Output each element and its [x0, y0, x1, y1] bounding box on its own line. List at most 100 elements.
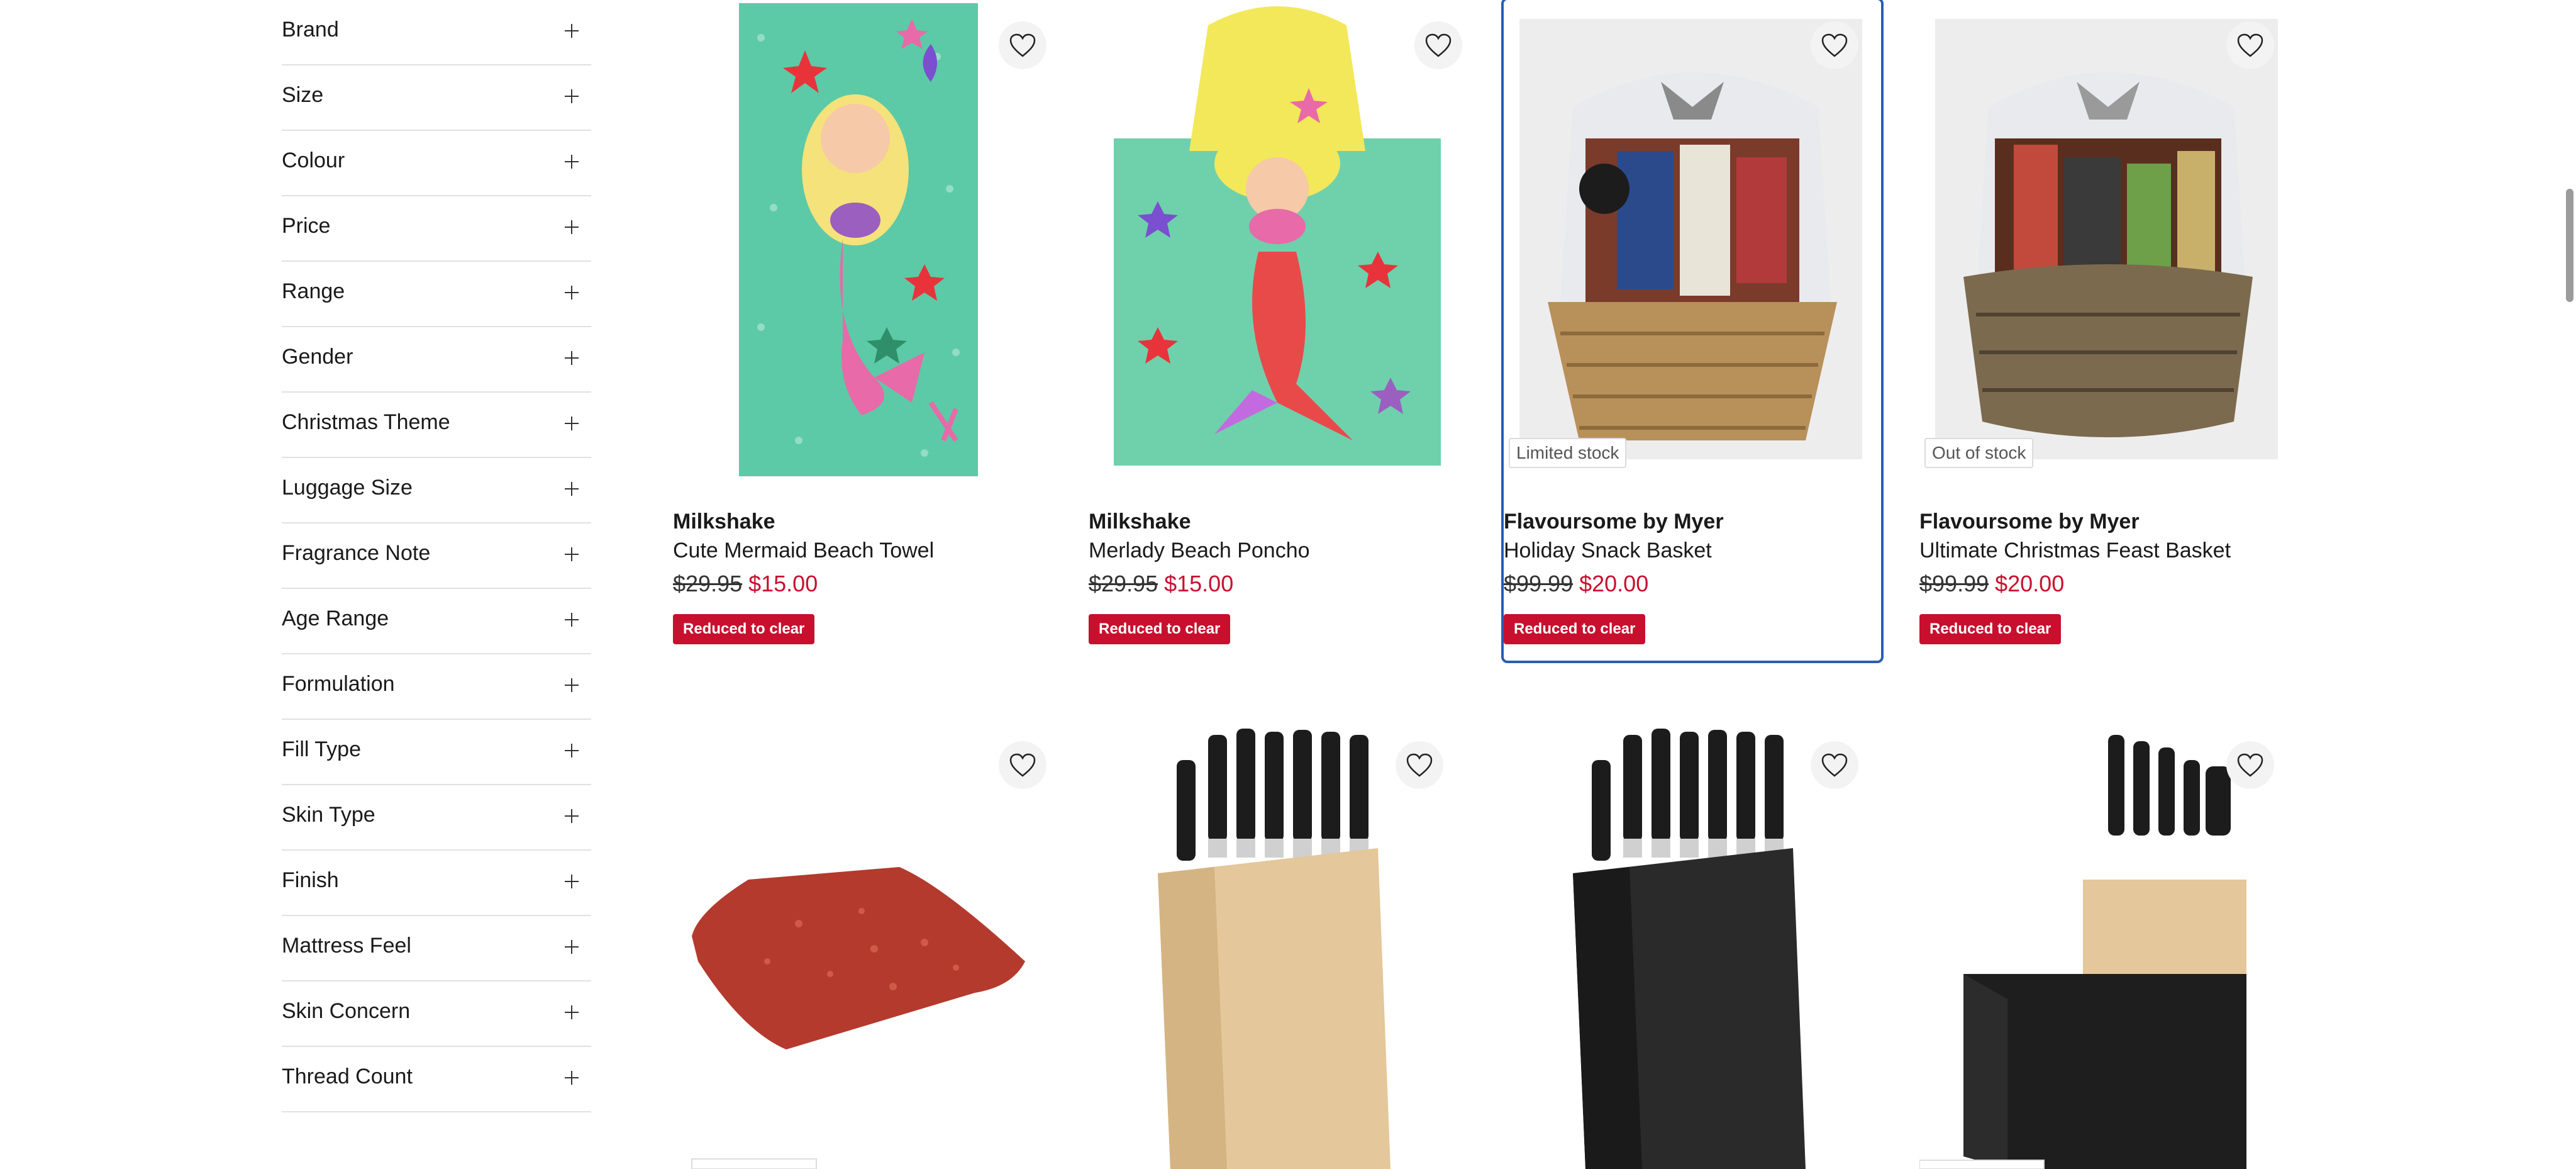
- filter-fragrance-note[interactable]: Fragrance Note: [282, 523, 591, 589]
- sale-badge: Reduced to clear: [1089, 614, 1231, 644]
- product-card[interactable]: Milkshake Merlady Beach Poncho $29.95 $15…: [1089, 0, 1466, 644]
- filter-label: Gender: [282, 345, 353, 369]
- sale-badge: Reduced to clear: [1504, 614, 1646, 644]
- plus-icon: [565, 875, 579, 888]
- plus-icon: [565, 809, 579, 823]
- filter-skin-type[interactable]: Skin Type: [282, 785, 591, 851]
- wishlist-button[interactable]: [1811, 21, 1858, 69]
- filter-price[interactable]: Price: [282, 196, 591, 262]
- plus-icon: [565, 744, 579, 758]
- filter-colour[interactable]: Colour: [282, 131, 591, 196]
- product-image[interactable]: [673, 0, 1050, 478]
- filter-skin-concern[interactable]: Skin Concern: [282, 982, 591, 1047]
- plus-icon: [565, 1005, 579, 1019]
- filter-label: Price: [282, 214, 331, 238]
- filter-label: Fragrance Note: [282, 541, 431, 565]
- plus-icon: [565, 351, 579, 365]
- product-title[interactable]: Ultimate Christmas Feast Basket: [1919, 536, 2297, 565]
- product-title[interactable]: Merlady Beach Poncho: [1089, 536, 1466, 565]
- was-price: $29.95: [1089, 571, 1158, 596]
- plus-icon: [565, 547, 579, 561]
- filter-label: Colour: [282, 148, 345, 172]
- wishlist-button[interactable]: [999, 21, 1046, 69]
- wishlist-button[interactable]: [1414, 21, 1462, 69]
- plus-icon: [565, 417, 579, 430]
- was-price: $99.99: [1919, 571, 1989, 596]
- product-title[interactable]: Holiday Snack Basket: [1504, 536, 1881, 565]
- wishlist-button[interactable]: [1811, 741, 1858, 789]
- filter-fill-type[interactable]: Fill Type: [282, 720, 591, 785]
- filter-luggage-size[interactable]: Luggage Size: [282, 458, 591, 523]
- wishlist-button[interactable]: [999, 741, 1046, 789]
- product-brand: Flavoursome by Myer: [1504, 510, 1724, 534]
- filter-mattress-feel[interactable]: Mattress Feel: [282, 916, 591, 982]
- product-card[interactable]: [1504, 722, 1881, 1169]
- sale-badge: Reduced to clear: [1919, 614, 2062, 644]
- filter-finish[interactable]: Finish: [282, 851, 591, 916]
- product-image[interactable]: [1089, 0, 1466, 478]
- filter-label: Size: [282, 83, 324, 107]
- filter-thread-count[interactable]: Thread Count: [282, 1047, 591, 1112]
- was-price: $99.99: [1504, 571, 1574, 596]
- knife-block-with-sleeve-image: [1919, 735, 2246, 1169]
- filter-brand[interactable]: Brand: [282, 0, 591, 65]
- product-prices: $99.99 $20.00: [1919, 565, 2297, 603]
- filter-label: Skin Type: [282, 803, 375, 827]
- product-image[interactable]: [1919, 722, 2297, 1169]
- filter-label: Fill Type: [282, 737, 361, 761]
- product-card[interactable]: [1919, 722, 2297, 1169]
- filter-label: Formulation: [282, 672, 395, 696]
- filter-label: Mattress Feel: [282, 934, 411, 958]
- product-title[interactable]: Cute Mermaid Beach Towel: [673, 536, 1050, 565]
- plus-icon: [565, 613, 579, 627]
- filter-label: Luggage Size: [282, 476, 413, 500]
- product-image[interactable]: Out of stock: [1919, 0, 2297, 478]
- snack-basket-image: [1519, 19, 1862, 459]
- sale-price: $15.00: [1164, 571, 1234, 596]
- product-listing-page: Brand Size Colour Price Range Gender Chr…: [0, 0, 2576, 1169]
- product-image[interactable]: [673, 722, 1050, 1169]
- product-card[interactable]: [673, 722, 1050, 1169]
- filter-label: Skin Concern: [282, 999, 411, 1023]
- filter-sidebar: Brand Size Colour Price Range Gender Chr…: [282, 0, 591, 1112]
- stock-status: Limited stock: [1509, 438, 1627, 468]
- plus-icon: [565, 678, 579, 692]
- plus-icon: [565, 24, 579, 38]
- feast-basket-image: [1935, 19, 2278, 459]
- product-card[interactable]: Limited stock Flavoursome by Myer Holida…: [1501, 0, 1884, 663]
- product-prices: $29.95 $15.00: [1089, 565, 1466, 603]
- plus-icon: [565, 286, 579, 299]
- wishlist-button[interactable]: [1396, 741, 1443, 789]
- filter-range[interactable]: Range: [282, 262, 591, 327]
- plus-icon: [565, 1071, 579, 1085]
- product-card[interactable]: Out of stock Flavoursome by Myer Ultimat…: [1919, 0, 2297, 644]
- product-brand: Milkshake: [673, 510, 775, 534]
- wishlist-button[interactable]: [2226, 741, 2274, 789]
- heart-icon: [1821, 753, 1848, 777]
- filter-size[interactable]: Size: [282, 65, 591, 131]
- product-image[interactable]: Limited stock: [1504, 0, 1881, 478]
- filter-gender[interactable]: Gender: [282, 327, 591, 393]
- mermaid-poncho-image: [1114, 6, 1441, 466]
- product-card[interactable]: [1089, 722, 1466, 1169]
- was-price: $29.95: [673, 571, 743, 596]
- plus-icon: [565, 155, 579, 169]
- plus-icon: [565, 89, 579, 103]
- page-scrollbar[interactable]: [2566, 189, 2573, 302]
- filter-formulation[interactable]: Formulation: [282, 654, 591, 720]
- glitter-runner-image: [691, 867, 1025, 1169]
- sale-badge: Reduced to clear: [673, 614, 815, 644]
- filter-age-range[interactable]: Age Range: [282, 589, 591, 654]
- mermaid-towel-image: [739, 3, 978, 476]
- plus-icon: [565, 482, 579, 496]
- wishlist-button[interactable]: [2226, 21, 2274, 69]
- heart-icon: [1821, 33, 1848, 57]
- product-card[interactable]: Milkshake Cute Mermaid Beach Towel $29.9…: [673, 0, 1050, 644]
- product-image[interactable]: [1504, 722, 1881, 1169]
- plus-icon: [565, 940, 579, 954]
- filter-label: Age Range: [282, 607, 389, 630]
- black-knife-block-image: [1573, 729, 1806, 1169]
- product-image[interactable]: [1089, 722, 1466, 1169]
- heart-icon: [1406, 753, 1433, 777]
- filter-christmas-theme[interactable]: Christmas Theme: [282, 393, 591, 458]
